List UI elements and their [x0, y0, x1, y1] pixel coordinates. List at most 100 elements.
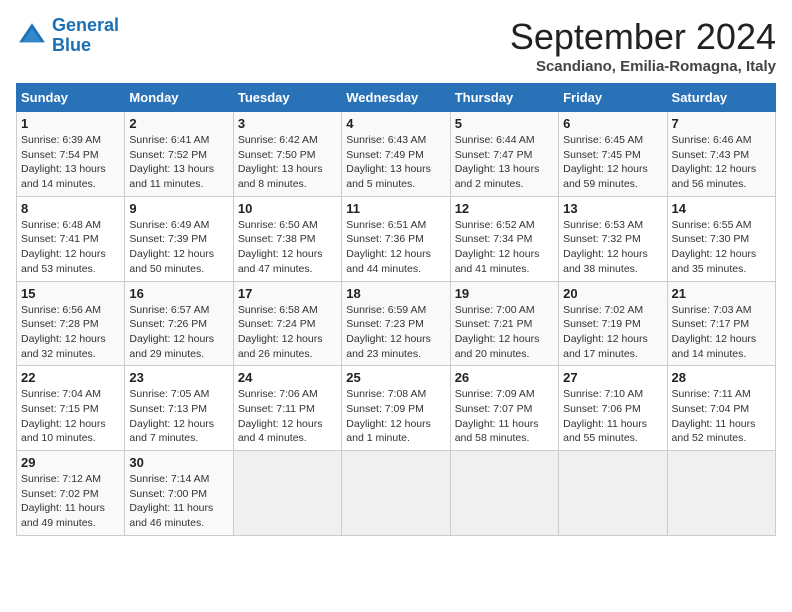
calendar-cell: 13 Sunrise: 6:53 AMSunset: 7:32 PMDayligh… — [559, 196, 667, 281]
day-detail: Sunrise: 7:04 AMSunset: 7:15 PMDaylight:… — [21, 387, 120, 446]
day-detail: Sunrise: 6:58 AMSunset: 7:24 PMDaylight:… — [238, 303, 337, 362]
day-number: 9 — [129, 201, 228, 216]
calendar-cell: 21 Sunrise: 7:03 AMSunset: 7:17 PMDayligh… — [667, 281, 775, 366]
calendar-cell — [342, 451, 450, 536]
day-number: 1 — [21, 116, 120, 131]
calendar-cell — [559, 451, 667, 536]
day-number: 15 — [21, 286, 120, 301]
day-number: 17 — [238, 286, 337, 301]
day-detail: Sunrise: 6:53 AMSunset: 7:32 PMDaylight:… — [563, 218, 662, 277]
calendar-cell: 27Sunrise: 7:10 AMSunset: 7:06 PMDayligh… — [559, 366, 667, 451]
calendar-cell: 2Sunrise: 6:41 AMSunset: 7:52 PMDaylight… — [125, 112, 233, 197]
calendar-cell: 23 Sunrise: 7:05 AMSunset: 7:13 PMDayligh… — [125, 366, 233, 451]
day-detail: Sunrise: 7:00 AMSunset: 7:21 PMDaylight:… — [455, 303, 554, 362]
calendar-cell: 11Sunrise: 6:51 AMSunset: 7:36 PMDayligh… — [342, 196, 450, 281]
calendar-cell: 5 Sunrise: 6:44 AMSunset: 7:47 PMDaylight… — [450, 112, 558, 197]
day-number: 20 — [563, 286, 662, 301]
day-detail: Sunrise: 6:57 AMSunset: 7:26 PMDaylight:… — [129, 303, 228, 362]
calendar-cell: 16Sunrise: 6:57 AMSunset: 7:26 PMDayligh… — [125, 281, 233, 366]
calendar-cell: 1 Sunrise: 6:39 AMSunset: 7:54 PMDaylight… — [17, 112, 125, 197]
calendar-cell — [667, 451, 775, 536]
day-number: 29 — [21, 455, 120, 470]
calendar-cell: 30 Sunrise: 7:14 AMSunset: 7:00 PMDayligh… — [125, 451, 233, 536]
day-number: 18 — [346, 286, 445, 301]
day-detail: Sunrise: 6:52 AMSunset: 7:34 PMDaylight:… — [455, 218, 554, 277]
day-detail: Sunrise: 7:09 AMSunset: 7:07 PMDaylight:… — [455, 387, 554, 446]
day-detail: Sunrise: 6:42 AMSunset: 7:50 PMDaylight:… — [238, 133, 337, 192]
header-cell-thursday: Thursday — [450, 84, 558, 112]
day-number: 26 — [455, 370, 554, 385]
day-detail: Sunrise: 6:49 AMSunset: 7:39 PMDaylight:… — [129, 218, 228, 277]
day-detail: Sunrise: 7:11 AMSunset: 7:04 PMDaylight:… — [672, 387, 771, 446]
header-cell-friday: Friday — [559, 84, 667, 112]
calendar-week-5: 29Sunrise: 7:12 AMSunset: 7:02 PMDayligh… — [17, 451, 776, 536]
calendar-week-2: 8 Sunrise: 6:48 AMSunset: 7:41 PMDaylight… — [17, 196, 776, 281]
header-cell-wednesday: Wednesday — [342, 84, 450, 112]
calendar-cell: 26 Sunrise: 7:09 AMSunset: 7:07 PMDayligh… — [450, 366, 558, 451]
logo-text: General Blue — [52, 16, 119, 56]
day-detail: Sunrise: 7:03 AMSunset: 7:17 PMDaylight:… — [672, 303, 771, 362]
day-number: 8 — [21, 201, 120, 216]
calendar-body: 1 Sunrise: 6:39 AMSunset: 7:54 PMDaylight… — [17, 112, 776, 536]
logo-icon — [16, 20, 48, 52]
calendar-cell: 12Sunrise: 6:52 AMSunset: 7:34 PMDayligh… — [450, 196, 558, 281]
day-detail: Sunrise: 6:50 AMSunset: 7:38 PMDaylight:… — [238, 218, 337, 277]
day-detail: Sunrise: 6:43 AMSunset: 7:49 PMDaylight:… — [346, 133, 445, 192]
day-detail: Sunrise: 6:39 AMSunset: 7:54 PMDaylight:… — [21, 133, 120, 192]
day-number: 6 — [563, 116, 662, 131]
calendar-week-1: 1 Sunrise: 6:39 AMSunset: 7:54 PMDaylight… — [17, 112, 776, 197]
month-title: September 2024 — [510, 16, 776, 58]
calendar-cell: 4 Sunrise: 6:43 AMSunset: 7:49 PMDaylight… — [342, 112, 450, 197]
day-number: 25 — [346, 370, 445, 385]
calendar-header-row: SundayMondayTuesdayWednesdayThursdayFrid… — [17, 84, 776, 112]
calendar-cell: 28 Sunrise: 7:11 AMSunset: 7:04 PMDayligh… — [667, 366, 775, 451]
calendar-cell: 24 Sunrise: 7:06 AMSunset: 7:11 PMDayligh… — [233, 366, 341, 451]
calendar-cell: 6 Sunrise: 6:45 AMSunset: 7:45 PMDaylight… — [559, 112, 667, 197]
header-cell-sunday: Sunday — [17, 84, 125, 112]
calendar-cell: 25 Sunrise: 7:08 AMSunset: 7:09 PMDayligh… — [342, 366, 450, 451]
day-detail: Sunrise: 7:06 AMSunset: 7:11 PMDaylight:… — [238, 387, 337, 446]
day-number: 10 — [238, 201, 337, 216]
day-number: 23 — [129, 370, 228, 385]
calendar-table: SundayMondayTuesdayWednesdayThursdayFrid… — [16, 83, 776, 536]
calendar-cell: 17 Sunrise: 6:58 AMSunset: 7:24 PMDayligh… — [233, 281, 341, 366]
day-detail: Sunrise: 7:05 AMSunset: 7:13 PMDaylight:… — [129, 387, 228, 446]
day-detail: Sunrise: 7:02 AMSunset: 7:19 PMDaylight:… — [563, 303, 662, 362]
calendar-cell — [450, 451, 558, 536]
calendar-cell: 29Sunrise: 7:12 AMSunset: 7:02 PMDayligh… — [17, 451, 125, 536]
header-cell-tuesday: Tuesday — [233, 84, 341, 112]
day-number: 13 — [563, 201, 662, 216]
day-number: 21 — [672, 286, 771, 301]
day-number: 24 — [238, 370, 337, 385]
day-number: 11 — [346, 201, 445, 216]
day-number: 4 — [346, 116, 445, 131]
day-detail: Sunrise: 7:14 AMSunset: 7:00 PMDaylight:… — [129, 472, 228, 531]
day-number: 30 — [129, 455, 228, 470]
subtitle: Scandiano, Emilia-Romagna, Italy — [510, 58, 776, 75]
day-number: 28 — [672, 370, 771, 385]
day-detail: Sunrise: 6:59 AMSunset: 7:23 PMDaylight:… — [346, 303, 445, 362]
day-number: 7 — [672, 116, 771, 131]
day-number: 19 — [455, 286, 554, 301]
calendar-cell: 22 Sunrise: 7:04 AMSunset: 7:15 PMDayligh… — [17, 366, 125, 451]
calendar-cell: 7 Sunrise: 6:46 AMSunset: 7:43 PMDaylight… — [667, 112, 775, 197]
day-detail: Sunrise: 6:48 AMSunset: 7:41 PMDaylight:… — [21, 218, 120, 277]
day-detail: Sunrise: 6:41 AMSunset: 7:52 PMDaylight:… — [129, 133, 228, 192]
day-detail: Sunrise: 6:46 AMSunset: 7:43 PMDaylight:… — [672, 133, 771, 192]
day-number: 5 — [455, 116, 554, 131]
calendar-cell: 10 Sunrise: 6:50 AMSunset: 7:38 PMDayligh… — [233, 196, 341, 281]
day-detail: Sunrise: 6:44 AMSunset: 7:47 PMDaylight:… — [455, 133, 554, 192]
calendar-cell — [233, 451, 341, 536]
day-detail: Sunrise: 6:55 AMSunset: 7:30 PMDaylight:… — [672, 218, 771, 277]
day-detail: Sunrise: 6:45 AMSunset: 7:45 PMDaylight:… — [563, 133, 662, 192]
title-area: September 2024 Scandiano, Emilia-Romagna… — [510, 16, 776, 75]
day-number: 3 — [238, 116, 337, 131]
day-number: 22 — [21, 370, 120, 385]
logo: General Blue — [16, 16, 119, 56]
calendar-cell: 9 Sunrise: 6:49 AMSunset: 7:39 PMDaylight… — [125, 196, 233, 281]
day-detail: Sunrise: 7:08 AMSunset: 7:09 PMDaylight:… — [346, 387, 445, 446]
calendar-cell: 14 Sunrise: 6:55 AMSunset: 7:30 PMDayligh… — [667, 196, 775, 281]
header: General Blue September 2024 Scandiano, E… — [16, 16, 776, 75]
day-number: 14 — [672, 201, 771, 216]
header-cell-monday: Monday — [125, 84, 233, 112]
